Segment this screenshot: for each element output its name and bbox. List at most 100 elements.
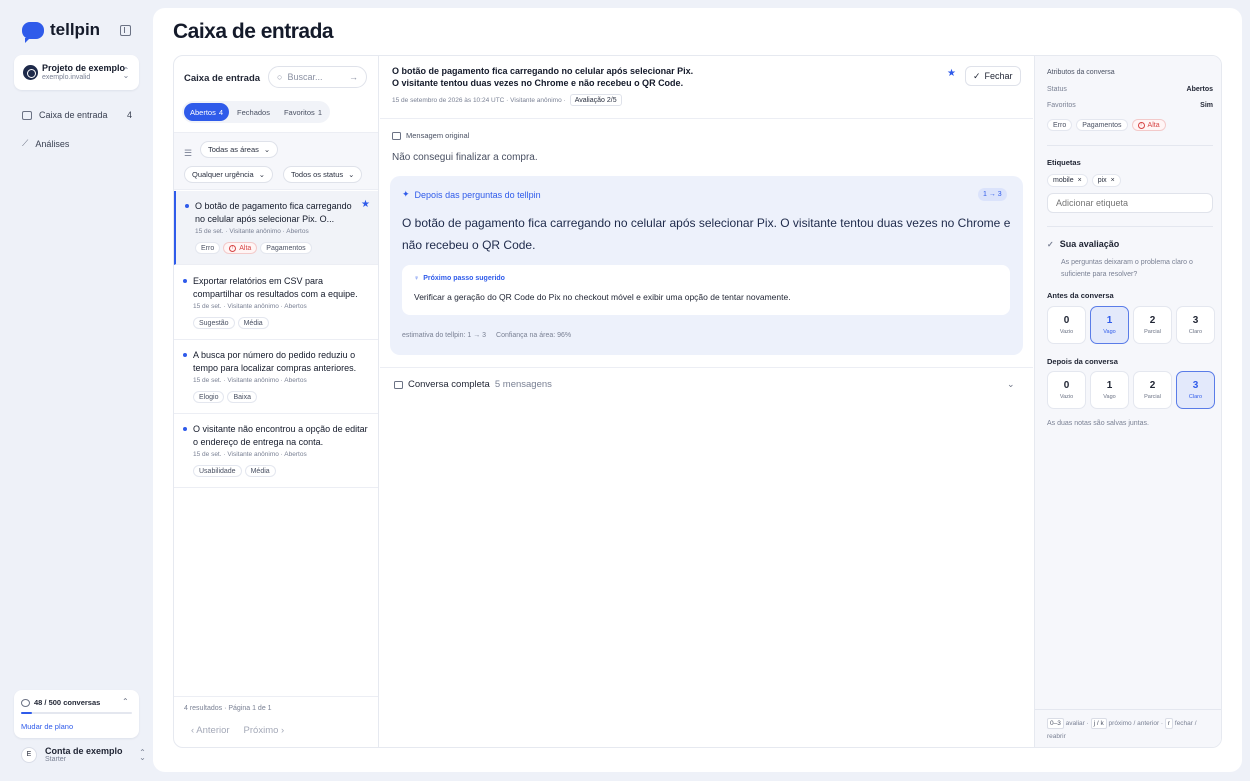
chat-icon [21, 698, 30, 707]
remove-icon[interactable]: × [1078, 177, 1082, 184]
conversation-meta: 15 de setembro de 2026 às 10:24 UTC · Vi… [392, 94, 622, 106]
item-meta: 15 de set. · Visitante anônimo · Abertos [193, 451, 307, 458]
usage-progress [21, 712, 132, 714]
label-text: Próximo passo sugerido [423, 275, 505, 282]
score-label: Vago [1103, 329, 1116, 335]
chevron-updown-icon: ⌃ ⌄ [122, 66, 130, 80]
score-option-3[interactable]: 3 Claro [1176, 306, 1215, 344]
prev-page-button[interactable]: ‹ Anterior [191, 725, 230, 736]
row-value: Abertos [1186, 86, 1213, 93]
chevron-updown-icon: ⌃ ⌄ [139, 747, 146, 762]
shortcut-text: próximo / anterior · [1108, 720, 1164, 727]
list-title: Caixa de entrada [184, 73, 261, 84]
label-chip: mobile × [1047, 174, 1088, 187]
status-filter[interactable]: Todos os status ⌄ [283, 166, 363, 183]
sidebar-item-count: 4 [126, 110, 132, 120]
pagination: ‹ Anterior Próximo › [191, 725, 284, 736]
search-placeholder: Buscar... [287, 72, 323, 82]
tag: Média [244, 465, 276, 477]
search-input[interactable]: ○ Buscar... → [268, 66, 367, 88]
tag: Usabilidade [193, 465, 242, 477]
star-icon[interactable]: ★ [361, 199, 370, 210]
score-value: 1 [1106, 315, 1113, 326]
score-option-0[interactable]: 0 Vazio [1047, 371, 1086, 409]
list-item[interactable]: A busca por número do pedido reduziu o t… [174, 340, 378, 414]
sidebar-item-analytics[interactable]: ⟋ Análises [22, 138, 132, 149]
project-domain: exemplo.invalid [42, 74, 91, 81]
check-icon: ✓ [1047, 239, 1054, 249]
shortcut-text: avaliar · [1065, 720, 1089, 727]
chevron-down-icon: ⌄ [263, 145, 271, 154]
row-label: Status [1047, 86, 1067, 93]
item-meta: 15 de set. · Visitante anônimo · Abertos [193, 377, 307, 384]
clarity-step-badge: 1 → 3 [978, 188, 1007, 201]
notes-saved-hint: As duas notas são salvas juntas. [1047, 420, 1149, 427]
list-item[interactable]: O botão de pagamento fica carregando no … [174, 191, 378, 265]
list-item[interactable]: Exportar relatórios em CSV para comparti… [174, 266, 378, 340]
score-option-2[interactable]: 2 Parcial [1133, 371, 1172, 409]
message-icon [394, 380, 403, 389]
chevron-down-icon[interactable]: ⌄ [1007, 379, 1015, 390]
urgency-filter[interactable]: Qualquer urgência ⌄ [184, 166, 274, 183]
inbox-icon [22, 110, 32, 120]
score-label: Claro [1188, 329, 1203, 335]
divider [380, 118, 1033, 119]
sidebar-item-label: Análises [35, 138, 70, 149]
sparkle-icon: ✦ [402, 189, 410, 199]
score-option-2[interactable]: 2 Parcial [1133, 306, 1172, 344]
before-title: Antes da conversa [1047, 291, 1114, 300]
close-conversation-button[interactable]: ✓ Fechar [965, 66, 1021, 86]
tab-count: 4 [218, 107, 224, 117]
account-switcher[interactable]: E Conta de exemplo Starter ⌃ ⌄ [21, 746, 147, 763]
label-chip: pix × [1091, 174, 1121, 187]
shortcut-key: j / k [1090, 718, 1107, 729]
full-conversation-toggle[interactable]: Conversa completa 5 mensagens [394, 379, 552, 390]
message-icon [392, 131, 401, 140]
score-label: Claro [1188, 394, 1203, 400]
tab-closed[interactable]: Fechados [231, 103, 276, 121]
app-logo[interactable]: tellpin [22, 20, 100, 43]
remove-icon[interactable]: × [1111, 177, 1115, 184]
tag: Pagamentos [1076, 119, 1128, 131]
sidebar-item-inbox[interactable]: Caixa de entrada 4 [22, 110, 132, 120]
account-plan: Starter [45, 756, 67, 763]
area-filter[interactable]: Todas as áreas ⌄ [200, 141, 279, 158]
project-switcher[interactable]: Projeto de exemplo exemplo.invalid ⌃ ⌄ [14, 55, 139, 90]
tag: Média [237, 317, 269, 329]
sidebar-item-label: Caixa de entrada [39, 110, 108, 120]
unread-dot [183, 427, 187, 431]
change-plan-link[interactable]: Mudar de plano [21, 722, 73, 731]
status-filter-label: Todos os status [291, 170, 344, 179]
item-title: A busca por número do pedido reduziu o t… [193, 350, 357, 373]
original-message-label: Mensagem original [392, 131, 469, 140]
conversation-title: O botão de pagamento fica carregando no … [392, 66, 912, 89]
favorite-star-icon[interactable]: ★ [947, 68, 956, 79]
next-step-text: Verificar a geração do QR Code do Pix no… [414, 292, 791, 302]
tab-open[interactable]: Abertos 4 [184, 103, 230, 121]
tab-favorites[interactable]: Favoritos 1 [278, 103, 328, 121]
tag: Pagamentos [260, 242, 312, 254]
add-label-input[interactable] [1047, 193, 1213, 213]
score-option-1[interactable]: 1 Vago [1090, 306, 1129, 344]
evaluation-question: As perguntas deixaram o problema claro o… [1061, 259, 1193, 278]
score-value: 2 [1149, 315, 1156, 326]
arrow-right-icon[interactable]: → [349, 72, 358, 82]
score-option-1[interactable]: 1 Vago [1090, 371, 1129, 409]
sidebar: tellpin Projeto de exemplo exemplo.inval… [0, 0, 153, 781]
next-page-button[interactable]: Próximo › [244, 725, 285, 736]
score-option-0[interactable]: 0 Vazio [1047, 306, 1086, 344]
project-avatar [23, 65, 38, 80]
sidebar-toggle-icon[interactable] [120, 25, 131, 36]
shortcut-key: r [1164, 718, 1174, 729]
project-name: Projeto de exemplo [42, 63, 126, 73]
after-score-group: 0 Vazio 1 Vago 2 Parcial 3 Claro [1047, 371, 1215, 409]
unread-dot [185, 204, 189, 208]
score-label: Vazio [1059, 329, 1074, 335]
score-option-3[interactable]: 3 Claro [1176, 371, 1215, 409]
label-text: mobile [1053, 177, 1074, 184]
tag: Erro [1047, 119, 1073, 131]
alert-icon: ! [1137, 121, 1145, 129]
list-item[interactable]: O visitante não encontrou a opção de edi… [174, 414, 378, 488]
chevron-up-icon[interactable]: ⌃ [122, 697, 129, 706]
keyboard-shortcuts: 0–3 avaliar · j / k próximo / anterior ·… [1035, 709, 1221, 747]
